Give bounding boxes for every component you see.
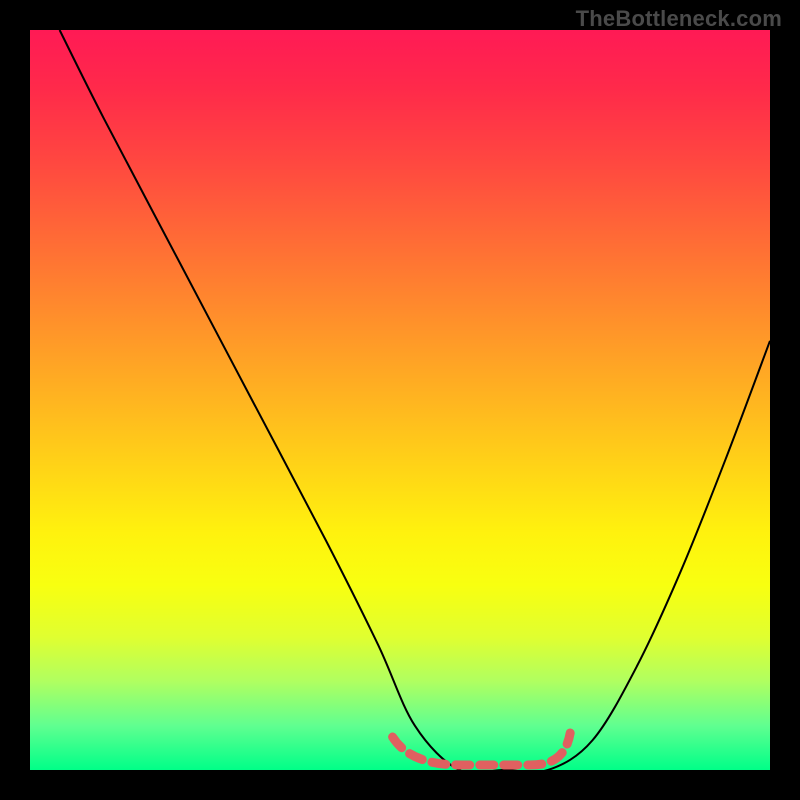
valley-highlight xyxy=(393,733,571,765)
watermark-text: TheBottleneck.com xyxy=(576,6,782,32)
bottleneck-curve xyxy=(60,30,770,773)
plot-area xyxy=(30,30,770,770)
chart-container: TheBottleneck.com xyxy=(0,0,800,800)
curve-svg xyxy=(30,30,770,770)
